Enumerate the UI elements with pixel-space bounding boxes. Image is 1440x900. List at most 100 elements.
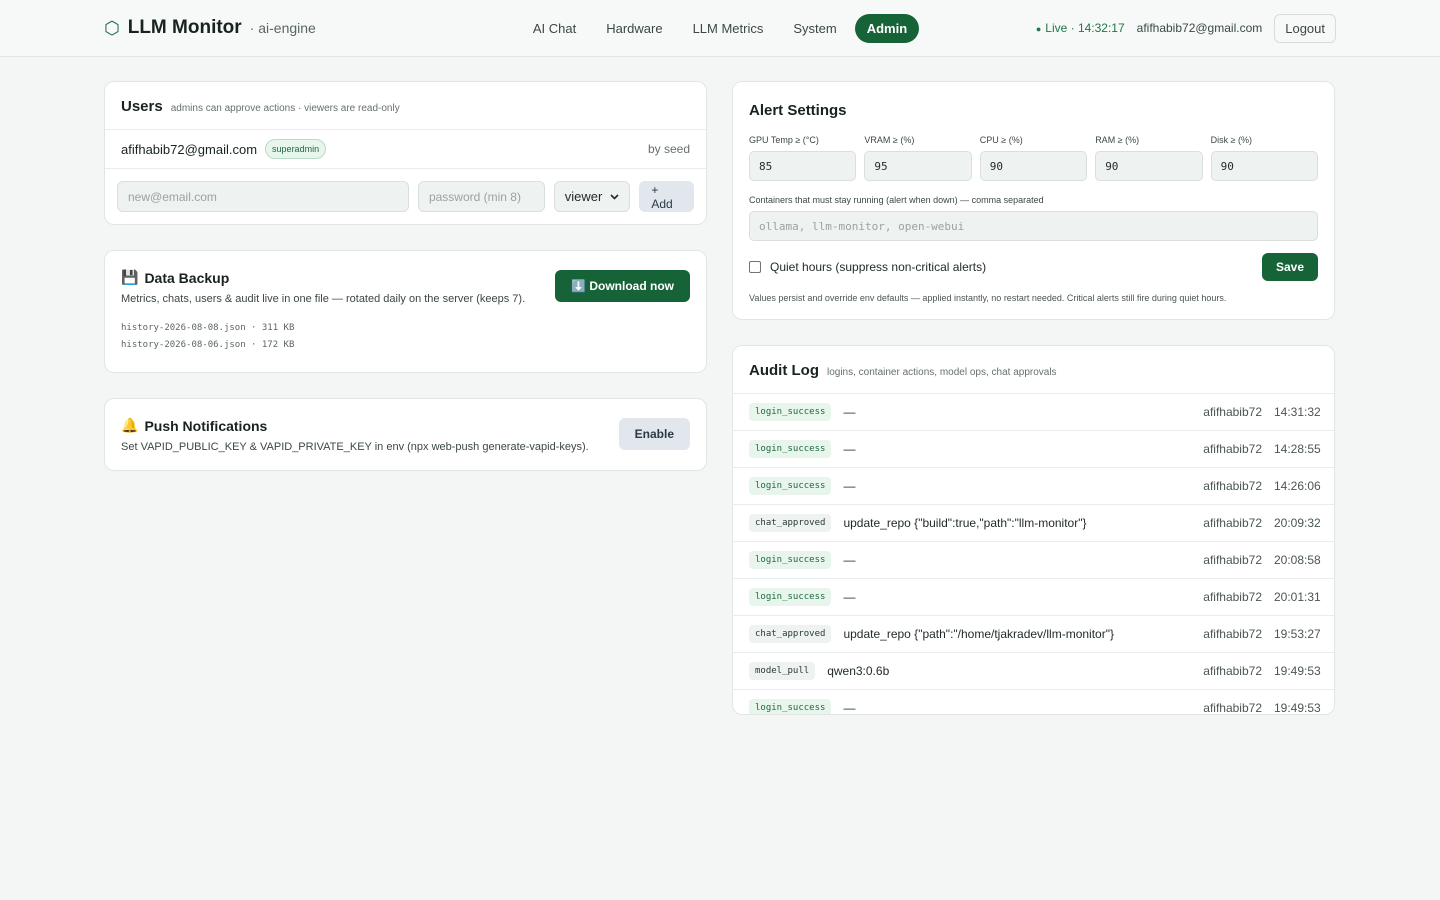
role-select-value: viewer: [564, 189, 603, 204]
action-detail: —: [843, 590, 856, 604]
threshold-gpu-temp: GPU Temp ≥ (°C) 85: [749, 135, 857, 181]
quiet-hours-checkbox[interactable]: [749, 261, 761, 273]
alert-settings-title: Alert Settings: [749, 102, 847, 119]
bell-icon: 🔔: [121, 417, 139, 433]
users-card: Users admins can approve actions · viewe…: [104, 81, 707, 225]
user-row: afifhabib72@gmail.com superadmin by seed: [105, 130, 706, 169]
action-user: afifhabib72: [1203, 553, 1262, 567]
live-status: ● Live · 14:32:17: [1036, 21, 1125, 35]
action-user: afifhabib72: [1203, 701, 1262, 715]
alert-settings-note: Values persist and override env defaults…: [749, 293, 1227, 303]
action-detail: —: [843, 701, 856, 715]
role-badge: superadmin: [265, 139, 327, 159]
threshold-label: Disk ≥ (%): [1210, 135, 1253, 145]
containers-label: Containers that must stay running (alert…: [749, 195, 1044, 205]
audit-log-subtitle: logins, container actions, model ops, ch…: [826, 367, 1057, 378]
right-column: Alert Settings GPU Temp ≥ (°C) 85 VRAM ≥…: [732, 81, 1335, 715]
audit-log-row: chat_approved update_repo {"build":true,"…: [733, 505, 1334, 542]
action-time: 14:28:55: [1274, 442, 1321, 456]
users-subtitle: admins can approve actions · viewers are…: [170, 103, 400, 114]
quiet-hours-label[interactable]: Quiet hours (suppress non-critical alert…: [770, 260, 986, 274]
action-badge: chat_approved: [749, 625, 832, 643]
threshold-vram: VRAM ≥ (%) 95: [864, 135, 972, 181]
action-detail: —: [843, 553, 856, 567]
action-user: afifhabib72: [1203, 664, 1262, 678]
audit-log-row: chat_approved update_repo {"path":"/home/…: [733, 616, 1334, 653]
action-user: afifhabib72: [1203, 590, 1262, 604]
alert-settings-card: Alert Settings GPU Temp ≥ (°C) 85 VRAM ≥…: [732, 81, 1335, 320]
action-time: 20:01:31: [1274, 590, 1321, 604]
push-title: Push Notifications: [144, 417, 268, 434]
audit-log-row: login_success — afifhabib72 14:26:06: [733, 468, 1334, 505]
users-title: Users: [121, 98, 163, 115]
action-detail: —: [843, 479, 856, 493]
new-email-input[interactable]: new@email.com: [117, 181, 409, 212]
action-badge: login_success: [749, 440, 832, 458]
enable-push-button[interactable]: Enable: [618, 418, 690, 450]
action-time: 19:49:53: [1274, 664, 1321, 678]
action-user: afifhabib72: [1203, 442, 1262, 456]
threshold-label: RAM ≥ (%): [1095, 135, 1140, 145]
tab-system[interactable]: System: [781, 14, 848, 43]
action-detail: qwen3:0.6b: [827, 664, 890, 678]
action-time: 19:49:53: [1274, 701, 1321, 715]
backup-card: 💾 Data Backup Metrics, chats, users & au…: [104, 250, 707, 373]
action-badge: login_success: [749, 551, 832, 569]
action-detail: —: [843, 405, 856, 419]
backup-file-item[interactable]: history-2026-08-06.json · 172 KB: [121, 337, 690, 354]
floppy-disk-icon: 💾: [121, 269, 139, 285]
current-user-email: afifhabib72@gmail.com: [1136, 21, 1263, 35]
audit-log-row: model_pull qwen3:0.6b afifhabib72 19:49:53: [733, 653, 1334, 690]
tab-llm-metrics[interactable]: LLM Metrics: [681, 14, 776, 43]
tab-hardware[interactable]: Hardware: [594, 14, 674, 43]
app-title: LLM Monitor: [127, 17, 242, 38]
gpu-temp-input[interactable]: 85: [749, 151, 857, 181]
download-backup-button[interactable]: ⬇️ Download now: [555, 270, 690, 302]
containers-input[interactable]: ollama, llm-monitor, open-webui: [749, 211, 1318, 241]
audit-log-card: Audit Log logins, container actions, mod…: [732, 345, 1335, 715]
left-column: Users admins can approve actions · viewe…: [104, 81, 707, 715]
action-detail: update_repo {"build":true,"path":"llm-mo…: [843, 516, 1087, 530]
action-badge: login_success: [749, 699, 832, 714]
brand[interactable]: ⬡ LLM Monitor · ai-engine: [104, 17, 316, 39]
action-time: 20:09:32: [1274, 516, 1321, 530]
action-time: 20:08:58: [1274, 553, 1321, 567]
vram-input[interactable]: 95: [864, 151, 972, 181]
threshold-label: CPU ≥ (%): [979, 135, 1023, 145]
logout-button[interactable]: Logout: [1274, 13, 1336, 43]
audit-log-row: login_success — afifhabib72 20:01:31: [733, 579, 1334, 616]
action-time: 14:26:06: [1274, 479, 1321, 493]
tab-admin[interactable]: Admin: [854, 14, 920, 43]
ram-input[interactable]: 90: [1095, 151, 1203, 181]
action-time: 14:31:32: [1274, 405, 1321, 419]
action-detail: update_repo {"path":"/home/tjakradev/llm…: [843, 627, 1114, 641]
action-badge: chat_approved: [749, 514, 832, 532]
threshold-label: VRAM ≥ (%): [864, 135, 915, 145]
audit-log-row: login_success — afifhabib72 19:49:53: [733, 690, 1334, 715]
add-user-form: new@email.com password (min 8) viewer + …: [105, 169, 706, 224]
password-input[interactable]: password (min 8): [417, 181, 545, 212]
top-bar: ⬡ LLM Monitor · ai-engine AI Chat Hardwa…: [0, 0, 1440, 57]
audit-log-row: login_success — afifhabib72 20:08:58: [733, 542, 1334, 579]
action-user: afifhabib72: [1203, 516, 1262, 530]
disk-input[interactable]: 90: [1210, 151, 1318, 181]
push-description: Set VAPID_PUBLIC_KEY & VAPID_PRIVATE_KEY…: [121, 441, 589, 453]
action-user: afifhabib72: [1203, 405, 1262, 419]
add-user-button[interactable]: + Add: [639, 181, 695, 212]
backup-file-item[interactable]: history-2026-08-08.json · 311 KB: [121, 320, 690, 337]
backup-title: Data Backup: [144, 269, 230, 286]
hexagon-logo-icon: ⬡: [104, 18, 120, 38]
audit-log-row: login_success — afifhabib72 14:28:55: [733, 431, 1334, 468]
action-user: afifhabib72: [1203, 627, 1262, 641]
threshold-grid: GPU Temp ≥ (°C) 85 VRAM ≥ (%) 95 CPU ≥ (…: [749, 135, 1318, 181]
tab-ai-chat[interactable]: AI Chat: [521, 14, 588, 43]
threshold-cpu: CPU ≥ (%) 90: [979, 135, 1088, 181]
chevron-down-icon: [610, 193, 619, 200]
push-card: 🔔 Push Notifications Set VAPID_PUBLIC_KE…: [104, 398, 707, 471]
save-button[interactable]: Save: [1261, 253, 1318, 281]
audit-log-list[interactable]: login_success — afifhabib72 14:31:32 login_s…: [733, 394, 1334, 715]
live-dot-icon: ●: [1035, 24, 1042, 34]
threshold-ram: RAM ≥ (%) 90: [1095, 135, 1203, 181]
role-select[interactable]: viewer: [553, 181, 631, 212]
cpu-input[interactable]: 90: [979, 151, 1088, 181]
